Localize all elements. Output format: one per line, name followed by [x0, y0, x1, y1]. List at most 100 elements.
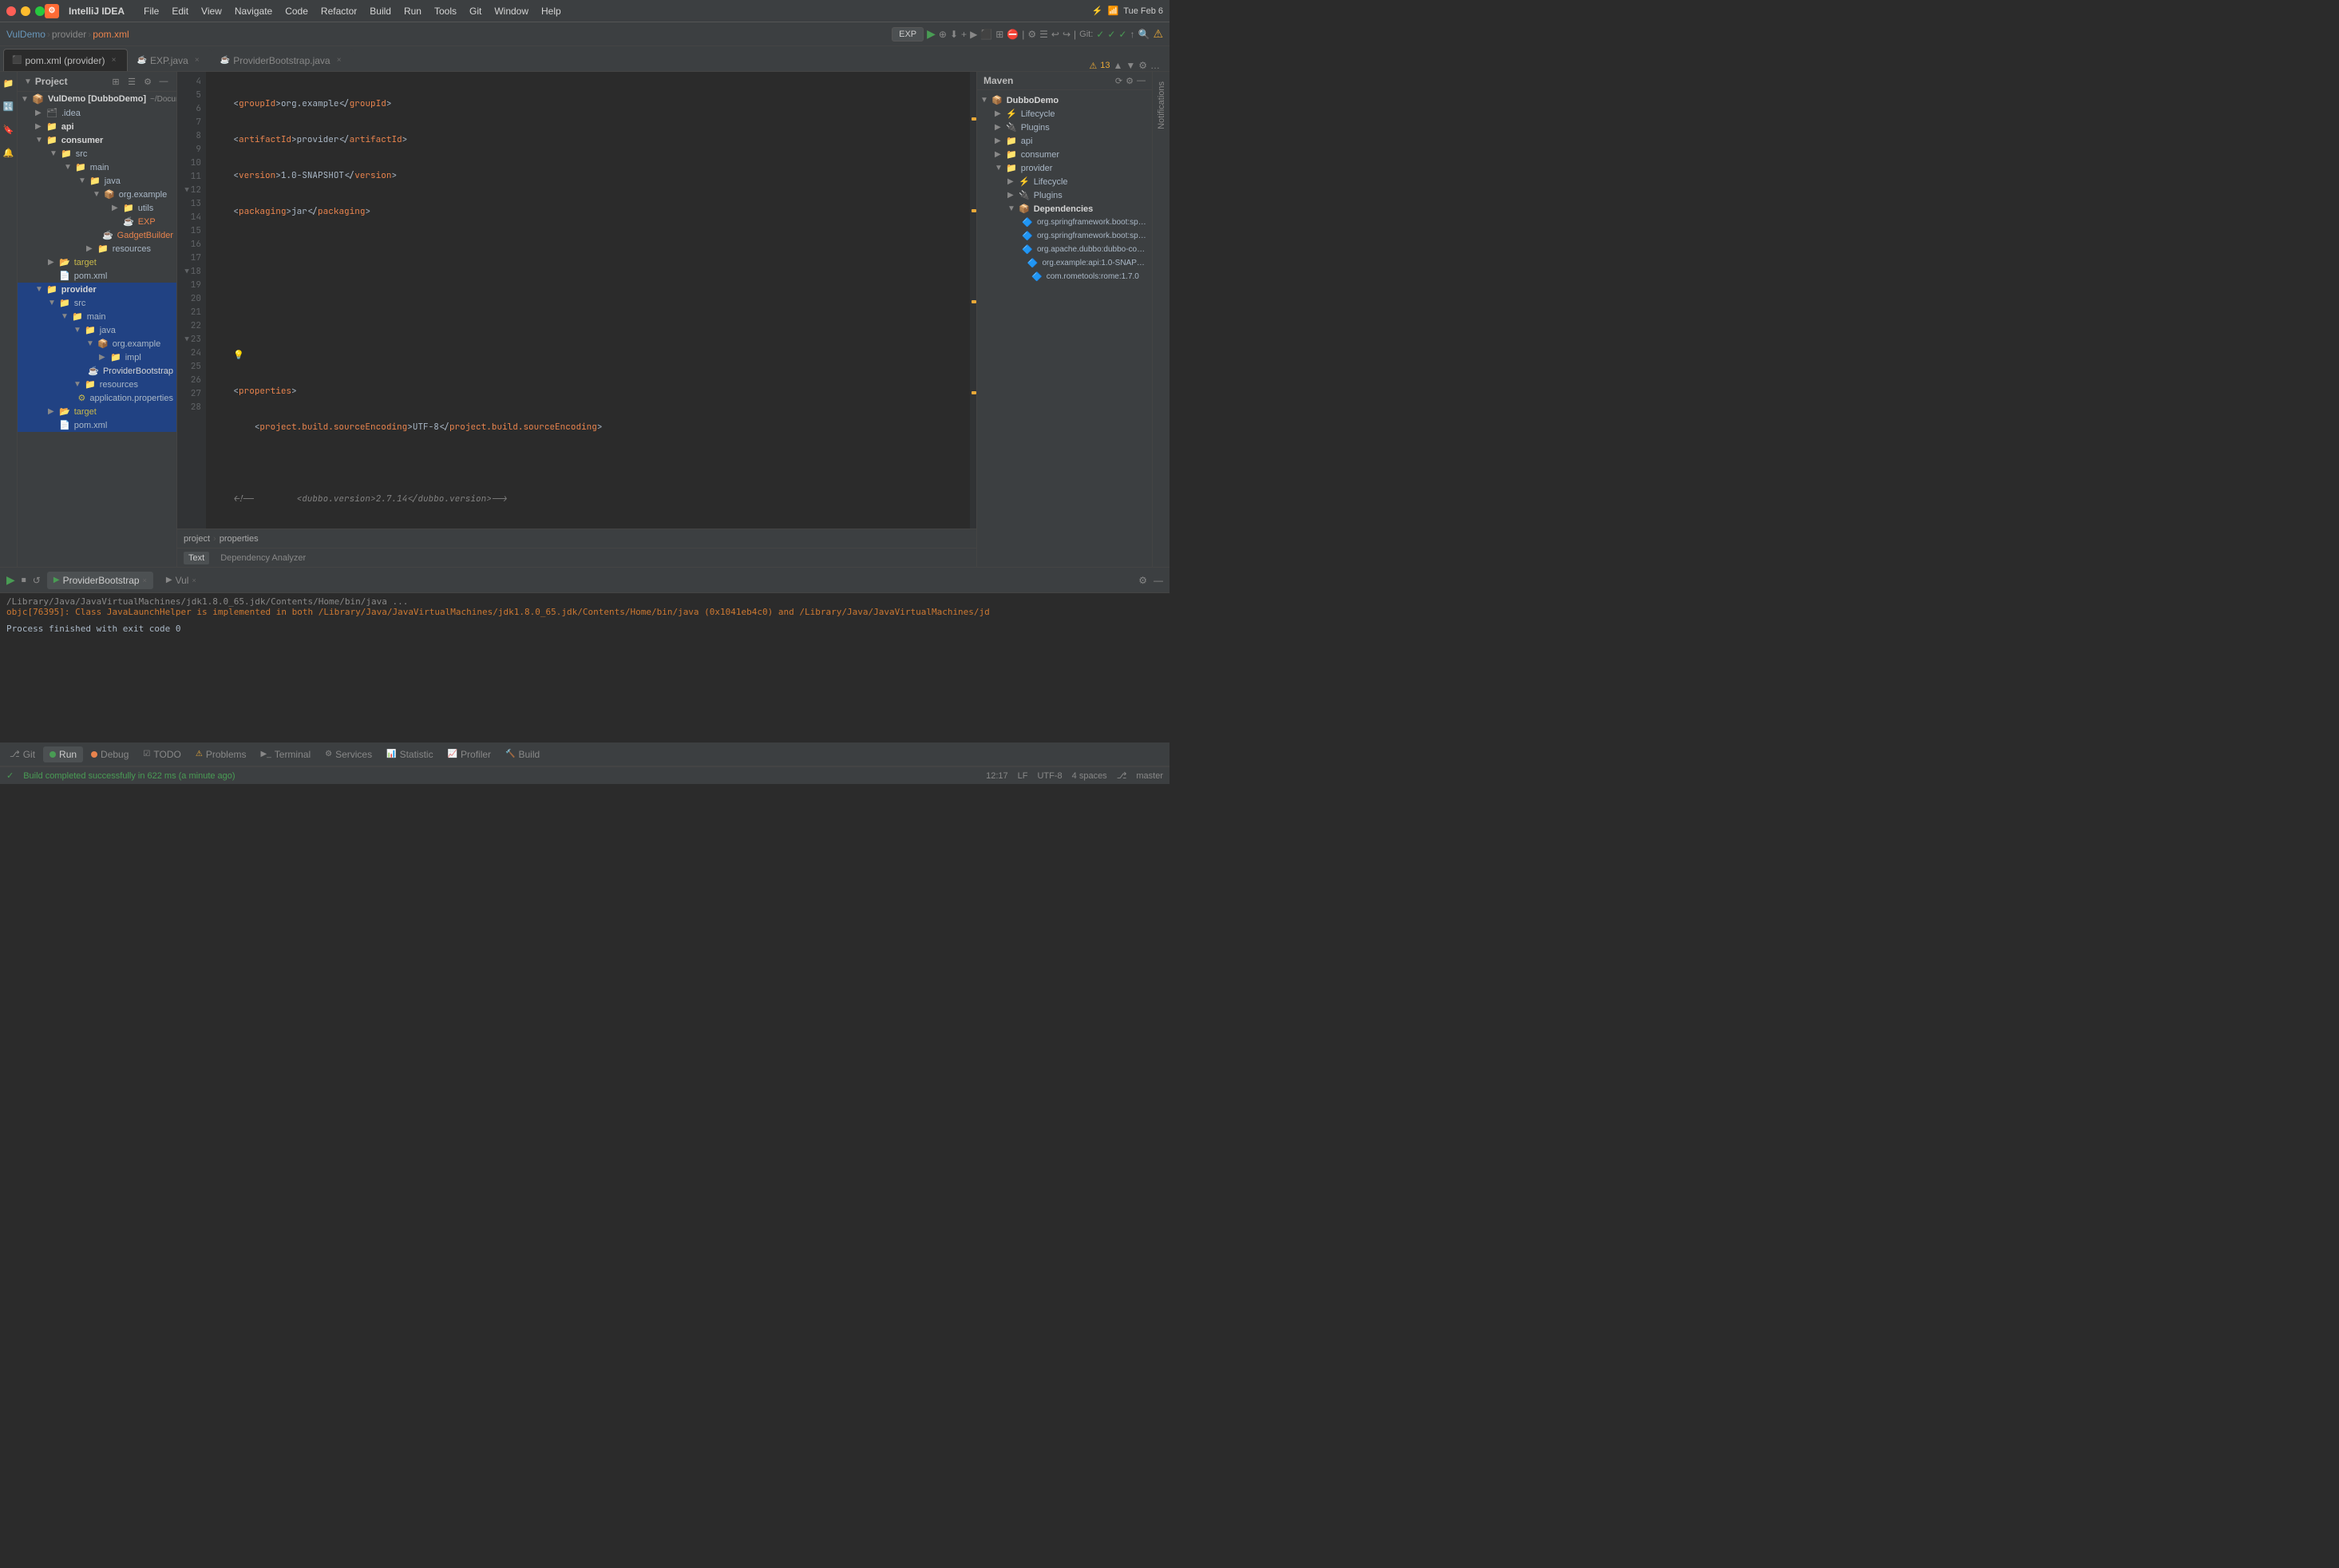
toolbar-btn6[interactable]: ⊞ [995, 29, 1003, 40]
tab-pomxml[interactable]: ⬛ pom.xml (provider) × [3, 49, 128, 71]
maven-dep-5[interactable]: 🔷 com.rometools:rome:1.7.0 [977, 270, 1152, 283]
editor-scrollbar[interactable] [970, 72, 976, 529]
more-options[interactable]: … [1150, 60, 1160, 71]
toolbar-btn8[interactable]: ⚙ [1027, 29, 1036, 40]
tree-exp[interactable]: ☕ EXP [18, 215, 176, 228]
tree-provider-target[interactable]: ▶ 📂 target [18, 405, 176, 418]
fold-12[interactable]: ▼ [184, 184, 188, 197]
run-stop-btn[interactable]: ⏹ [22, 574, 26, 586]
maven-provider-pl[interactable]: ▶ 🔌 Plugins [977, 188, 1152, 202]
maven-lifecycle[interactable]: ▶ ⚡ Lifecycle [977, 107, 1152, 121]
tree-consumer-src[interactable]: ▼ 📁 src [18, 147, 176, 160]
maven-plugins[interactable]: ▶ 🔌 Plugins [977, 121, 1152, 134]
maven-api[interactable]: ▶ 📁 api [977, 134, 1152, 148]
btn-problems[interactable]: ⚠ Problems [189, 746, 253, 762]
tree-consumer-java[interactable]: ▼ 📁 java [18, 174, 176, 188]
navigate-down[interactable]: ▼ [1126, 60, 1135, 71]
tab-text[interactable]: Text [184, 552, 209, 564]
encoding[interactable]: UTF-8 [1037, 771, 1062, 781]
tree-consumer-pom[interactable]: 📄 pom.xml [18, 269, 176, 283]
settings-icon[interactable]: ⚙ [1138, 60, 1147, 71]
menu-run[interactable]: Run [398, 4, 428, 18]
run-tab-close-1[interactable]: × [143, 576, 147, 584]
breadcrumb-pomxml[interactable]: pom.xml [93, 29, 129, 40]
tree-vuldemo[interactable]: ▼ 📦 VulDemo [DubboDemo] ~/Documents/pppR [18, 92, 176, 106]
maven-refresh[interactable]: ⟳ [1115, 76, 1122, 86]
bc-project[interactable]: project [184, 534, 210, 544]
run-play-btn[interactable]: ▶ [6, 573, 15, 587]
maven-provider-deps[interactable]: ▼ 📦 Dependencies [977, 202, 1152, 216]
strip-notifications[interactable]: Notifications [1155, 75, 1168, 136]
tree-provider-src[interactable]: ▼ 📁 src [18, 296, 176, 310]
git-branch-icon[interactable]: ⎇ [1117, 770, 1127, 781]
toolbar-btn3[interactable]: + [961, 29, 967, 40]
tree-consumer-main[interactable]: ▼ 📁 main [18, 160, 176, 174]
tree-provider-java[interactable]: ▼ 📁 java [18, 323, 176, 337]
btn-statistic[interactable]: 📊 Statistic [380, 746, 439, 762]
menu-git[interactable]: Git [463, 4, 488, 18]
build-status-text[interactable]: Build completed successfully in 622 ms (… [23, 771, 235, 781]
maven-dep-1[interactable]: 🔷 org.springframework.boot:spring-boot-s… [977, 216, 1152, 229]
toolbar-btn10[interactable]: ↩ [1051, 29, 1059, 40]
notification-icon[interactable]: ⚠ [1153, 27, 1163, 41]
tree-consumer[interactable]: ▼ 📁 consumer [18, 133, 176, 147]
tree-provider-org[interactable]: ▼ 📦 org.example [18, 337, 176, 350]
menu-build[interactable]: Build [363, 4, 398, 18]
line-col[interactable]: 12:17 [986, 771, 1008, 781]
tree-idea[interactable]: ▶ 🗂 .idea [18, 106, 176, 120]
minimize-window-button[interactable] [21, 6, 30, 16]
tab-providerbootstrap[interactable]: ☕ ProviderBootstrap.java × [212, 49, 354, 71]
toolbar-btn4[interactable]: ▶ [970, 29, 977, 40]
code-content[interactable]: <groupId>org.example</groupId> <artifact… [206, 72, 970, 529]
maven-consumer[interactable]: ▶ 📁 consumer [977, 148, 1152, 161]
tree-provider-pom[interactable]: 📄 pom.xml [18, 418, 176, 432]
toolbar-btn11[interactable]: ↪ [1063, 29, 1071, 40]
run-minimize[interactable]: — [1154, 575, 1163, 586]
toolbar-btn2[interactable]: ⬇ [950, 29, 958, 40]
tree-providerbootstrap[interactable]: ☕ ProviderBootstrap [18, 364, 176, 378]
bookmark-icon[interactable]: 🔖 [3, 121, 14, 138]
sidebar-icon-2[interactable]: ☰ [125, 75, 138, 88]
menu-file[interactable]: File [137, 4, 165, 18]
tab-exp[interactable]: ☕ EXP.java × [128, 49, 211, 71]
toolbar-btn9[interactable]: ☰ [1039, 29, 1048, 40]
exp-button[interactable]: EXP [892, 27, 924, 42]
run-tab-vul[interactable]: ▶ Vul × [160, 572, 203, 589]
run-tab-close-2[interactable]: × [192, 576, 196, 584]
indent[interactable]: 4 spaces [1072, 771, 1107, 781]
navigate-up[interactable]: ▲ [1113, 60, 1122, 71]
bc-properties[interactable]: properties [220, 534, 259, 544]
tab-close-exp[interactable]: × [192, 55, 203, 66]
project-icon[interactable]: 📁 [3, 75, 14, 92]
menu-refactor[interactable]: Refactor [315, 4, 363, 18]
toolbar-btn1[interactable]: ⊕ [939, 29, 947, 40]
search-everywhere[interactable]: 🔍 [1138, 29, 1150, 40]
maven-provider[interactable]: ▼ 📁 provider [977, 161, 1152, 175]
fold-18[interactable]: ▼ [184, 265, 188, 279]
fullscreen-window-button[interactable] [35, 6, 45, 16]
menu-view[interactable]: View [195, 4, 228, 18]
menu-app[interactable]: IntelliJ IDEA [62, 4, 131, 18]
btn-build[interactable]: 🔨 Build [499, 746, 546, 762]
maven-provider-lc[interactable]: ▶ ⚡ Lifecycle [977, 175, 1152, 188]
tree-gadgetbuilder[interactable]: ☕ GadgetBuilder [18, 228, 176, 242]
menu-navigate[interactable]: Navigate [228, 4, 279, 18]
fold-23[interactable]: ▼ [184, 333, 188, 346]
tree-org-example[interactable]: ▼ 📦 org.example [18, 188, 176, 201]
sidebar-icon-4[interactable]: — [157, 75, 170, 88]
btn-todo[interactable]: ☑ TODO [137, 746, 187, 762]
run-rerun-btn[interactable]: ↺ [33, 575, 41, 586]
tree-consumer-resources[interactable]: ▶ 📁 resources [18, 242, 176, 255]
run-settings[interactable]: ⚙ [1138, 575, 1147, 586]
maven-dep-2[interactable]: 🔷 org.springframework.boot:spring-boot-s… [977, 229, 1152, 243]
btn-run[interactable]: Run [43, 746, 83, 762]
tree-impl[interactable]: ▶ 📁 impl [18, 350, 176, 364]
git-branch[interactable]: master [1136, 771, 1163, 781]
maven-dep-4[interactable]: 🔷 org.example:api:1.0-SNAPSHOT [977, 256, 1152, 270]
tree-app-properties[interactable]: ⚙ application.properties [18, 391, 176, 405]
structure-icon[interactable]: 🔣 [3, 98, 14, 115]
menu-tools[interactable]: Tools [428, 4, 463, 18]
tab-close-pomxml[interactable]: × [108, 55, 119, 66]
git-push[interactable]: ↑ [1130, 29, 1134, 40]
maven-dubbodemo[interactable]: ▼ 📦 DubboDemo [977, 93, 1152, 107]
